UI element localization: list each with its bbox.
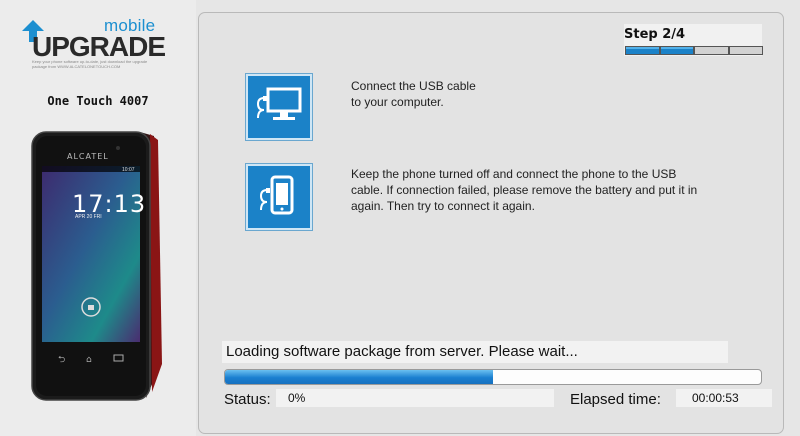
- elapsed-time-value: 00:00:53: [692, 391, 739, 405]
- phone-image: ⮌ ⌂: [31, 131, 162, 401]
- download-progress-bar: [224, 369, 762, 385]
- status-value-bg: [276, 389, 554, 407]
- download-progress-fill: [225, 370, 493, 384]
- status-value: 0%: [288, 391, 306, 405]
- instruction-connect-usb: Connect the USB cable to your computer.: [351, 79, 476, 109]
- loading-message: Loading software package from server. Pl…: [226, 343, 578, 360]
- phone-brand-label: ALCATEL: [67, 152, 109, 161]
- device-model-name: One Touch 4007: [47, 94, 149, 108]
- instruction-keep-phone-off: Keep the phone turned off and connect th…: [351, 167, 698, 213]
- usb-monitor-icon: [245, 73, 313, 141]
- phone-status-time: 10:07: [122, 167, 135, 173]
- step-segment-4: [729, 47, 762, 54]
- usb-phone-icon: [245, 163, 313, 231]
- step-label: Step 2/4: [624, 27, 686, 42]
- step-segment-3: [695, 47, 728, 54]
- svg-text:⌂: ⌂: [86, 355, 92, 365]
- step-progress-bar: [625, 46, 763, 55]
- elapsed-time-label: Elapsed time:: [570, 391, 661, 408]
- mobile-upgrade-logo: mobile UPGRADE Keep your phone software …: [22, 16, 166, 72]
- status-label: Status:: [224, 391, 271, 408]
- step-segment-1: [626, 47, 659, 54]
- svg-text:⮌: ⮌: [58, 355, 65, 365]
- step-segment-2: [660, 47, 693, 54]
- device-sidebar: mobile UPGRADE Keep your phone software …: [0, 0, 196, 436]
- phone-lock-date: APR 20 FRI: [75, 214, 102, 220]
- logo-tagline: Keep your phone software up-to-date, jus…: [32, 59, 148, 69]
